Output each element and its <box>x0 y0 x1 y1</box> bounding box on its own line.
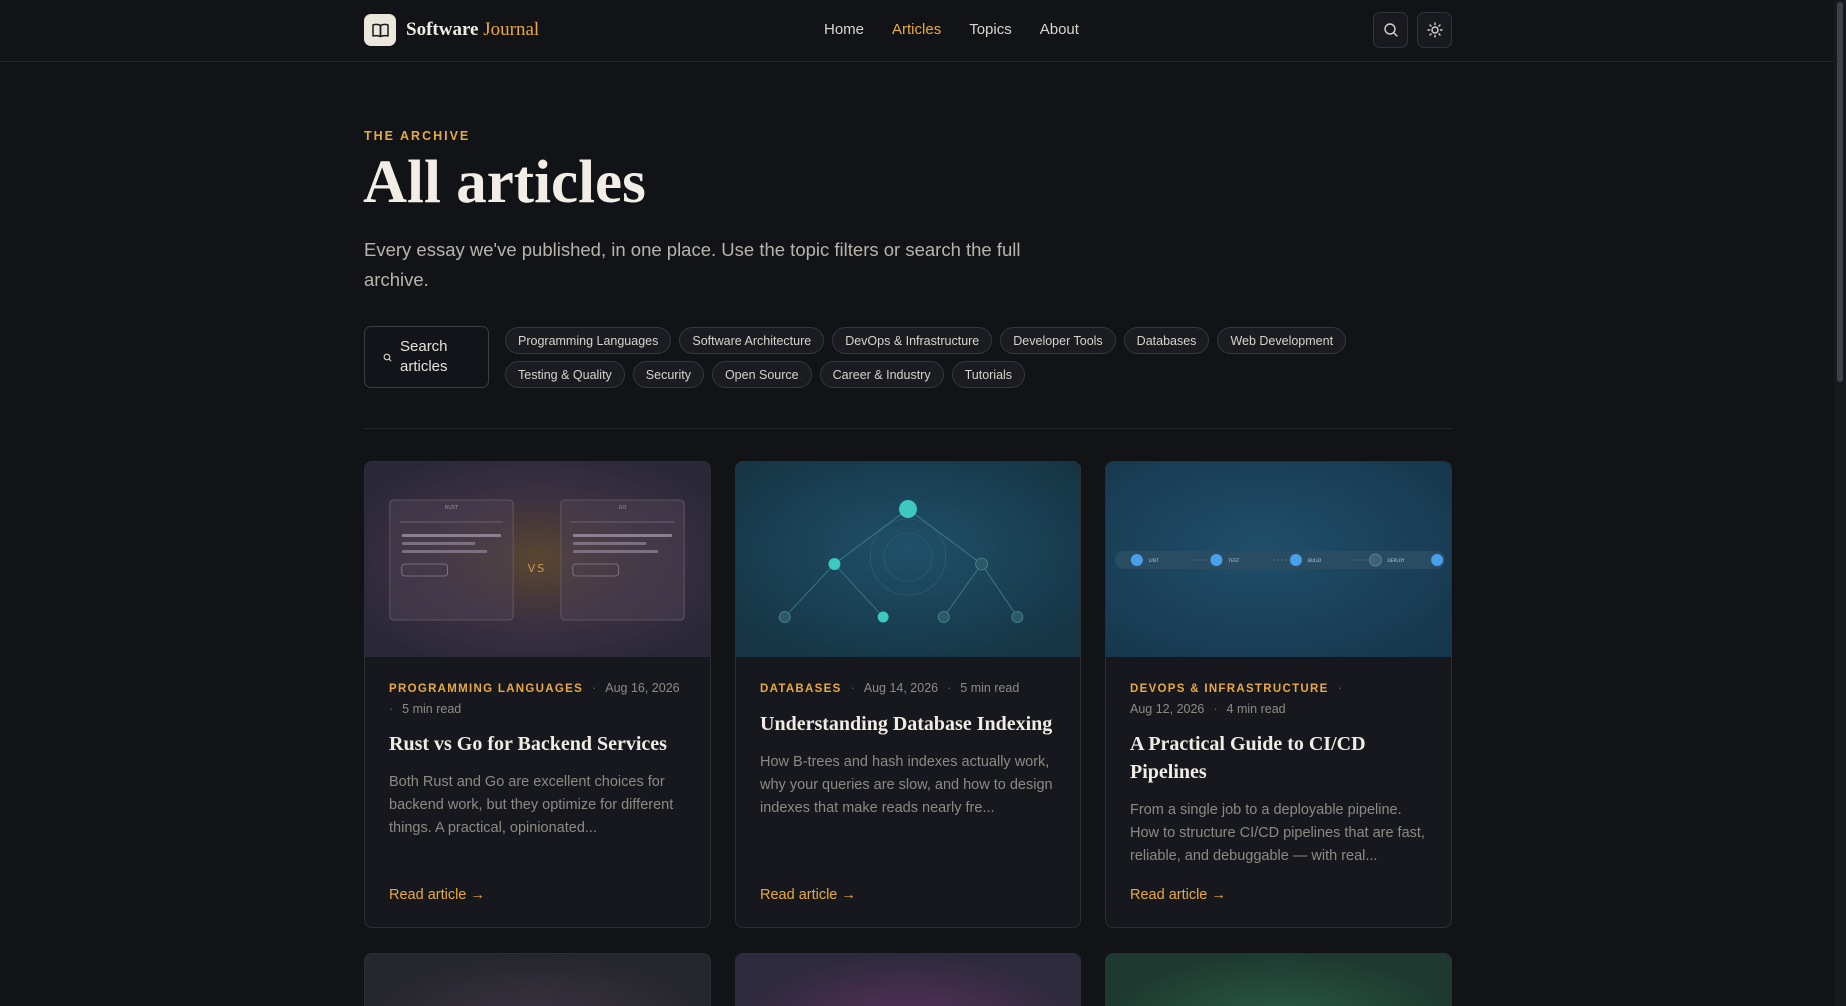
nav-articles[interactable]: Articles <box>892 21 941 38</box>
card-body: DATABASES · Aug 14, 2026 · 5 min read Unders… <box>760 678 1058 820</box>
article-card[interactable]: DATABASES · Aug 14, 2026 · 5 min read Unders… <box>735 461 1081 928</box>
svg-text:LINT: LINT <box>1149 558 1159 564</box>
nav-about[interactable]: About <box>1040 21 1079 38</box>
topic-chip[interactable]: Databases <box>1123 327 1210 354</box>
card-category[interactable]: DEVOPS & INFRASTRUCTURE <box>1130 683 1329 695</box>
sun-icon <box>1426 22 1443 38</box>
search-button[interactable] <box>1373 12 1408 48</box>
topic-filters: Programming Languages Software Architect… <box>505 327 1385 388</box>
search-icon <box>383 353 392 361</box>
site-header: Software Journal Home Articles Topics Ab… <box>0 0 1834 62</box>
topic-chip[interactable]: Career & Industry <box>819 361 944 388</box>
card-excerpt: From a single job to a deployable pipeli… <box>1130 802 1425 864</box>
brand-name: Software Journal <box>406 19 540 40</box>
card-meta: DATABASES · Aug 14, 2026 · 5 min read <box>760 681 1020 695</box>
card-illustration-pipeline: LINT TEST BUILD DEPLOY <box>1106 462 1451 657</box>
brand-accent: Journal <box>483 19 540 40</box>
brand[interactable]: Software Journal <box>364 14 539 46</box>
topic-chip[interactable]: Web Development <box>1217 327 1347 354</box>
page-subtitle: Every essay we've published, in one plac… <box>364 239 1021 290</box>
card-illustration-btree <box>736 462 1080 657</box>
svg-text:RUST: RUST <box>445 505 459 511</box>
section-divider <box>364 428 1452 429</box>
card-category[interactable]: DATABASES <box>760 683 842 695</box>
topic-chip[interactable]: Software Architecture <box>679 327 825 354</box>
read-article-link[interactable]: Read article → <box>760 887 856 903</box>
article-card[interactable]: RUST GO VS PROGRAMMING LANGUAGES · Aug 16,… <box>364 461 711 928</box>
main-nav: Home Articles Topics About <box>824 21 1079 38</box>
svg-text:GO: GO <box>619 505 627 511</box>
svg-text:TEST: TEST <box>1227 558 1239 564</box>
card-body: PROGRAMMING LANGUAGES · Aug 16, 2026 · 5 mi… <box>389 678 688 840</box>
card-date: Aug 16, 2026 <box>605 681 680 695</box>
search-articles-label: Search articles <box>400 338 448 375</box>
topic-chip[interactable]: DevOps & Infrastructure <box>832 327 993 354</box>
page: Software Journal Home Articles Topics Ab… <box>0 0 1834 1006</box>
card-date: Aug 12, 2026 <box>1130 702 1205 716</box>
svg-text:VS: VS <box>528 562 546 575</box>
article-card-partial[interactable] <box>735 953 1081 1006</box>
card-read-time: 4 min read <box>1226 702 1286 716</box>
card-date: Aug 14, 2026 <box>863 681 939 695</box>
topic-chip[interactable]: Developer Tools <box>1000 327 1116 354</box>
book-icon <box>364 14 396 46</box>
card-body: DEVOPS & INFRASTRUCTURE · Aug 12, 2026 · 4 … <box>1130 678 1429 868</box>
article-card[interactable]: LINT TEST BUILD DEPLOY DEVOPS & INFRASTR… <box>1105 461 1452 928</box>
card-meta: DEVOPS & INFRASTRUCTURE · Aug 12, 2026 · 4 … <box>1130 681 1342 716</box>
card-title[interactable]: A Practical Guide to CI/CD Pipelines <box>1130 730 1429 786</box>
card-title[interactable]: Rust vs Go for Backend Services <box>389 730 688 758</box>
page-title: All articles <box>363 149 646 216</box>
search-icon <box>1383 23 1398 37</box>
nav-topics[interactable]: Topics <box>969 21 1012 38</box>
card-read-time: 5 min read <box>402 702 462 716</box>
card-category[interactable]: PROGRAMMING LANGUAGES <box>389 683 583 695</box>
read-article-link[interactable]: Read article → <box>389 887 485 903</box>
svg-text:DEPLOY: DEPLOY <box>1387 558 1405 564</box>
article-card-partial[interactable] <box>364 953 711 1006</box>
card-excerpt: How B-trees and hash indexes actually wo… <box>760 754 1053 816</box>
svg-text:BUILD: BUILD <box>1308 558 1322 564</box>
hero-eyebrow: THE ARCHIVE <box>364 129 471 143</box>
card-title[interactable]: Understanding Database Indexing <box>760 710 1058 738</box>
card-meta: PROGRAMMING LANGUAGES · Aug 16, 2026 · 5 mi… <box>389 681 680 716</box>
card-read-time: 5 min read <box>960 681 1020 695</box>
topic-chip[interactable]: Programming Languages <box>505 327 672 354</box>
page-scrollbar[interactable] <box>1834 0 1846 1006</box>
card-excerpt: Both Rust and Go are excellent choices f… <box>389 774 674 836</box>
topic-chip[interactable]: Open Source <box>711 361 812 388</box>
article-card-partial[interactable] <box>1105 953 1452 1006</box>
search-articles-button[interactable]: Search articles <box>364 326 489 388</box>
read-article-link[interactable]: Read article → <box>1130 887 1226 903</box>
card-illustration-rust-vs-go: RUST GO VS <box>365 462 710 657</box>
topic-chip[interactable]: Security <box>632 361 704 388</box>
theme-toggle-button[interactable] <box>1417 12 1452 48</box>
topic-chip[interactable]: Tutorials <box>951 361 1026 388</box>
topic-chip[interactable]: Testing & Quality <box>505 361 625 388</box>
scrollbar-thumb[interactable] <box>1837 2 1843 382</box>
nav-home[interactable]: Home <box>824 21 864 38</box>
